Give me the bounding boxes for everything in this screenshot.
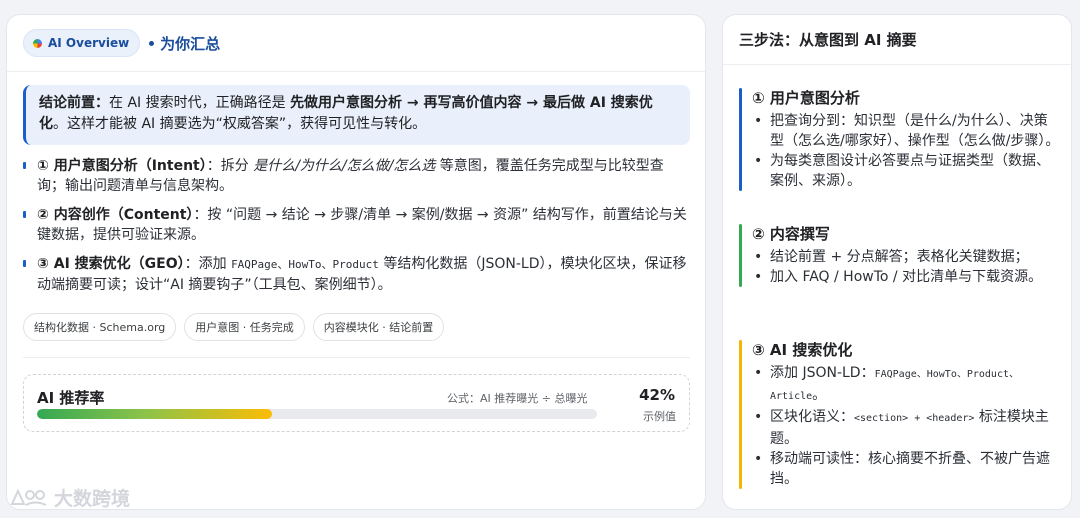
metric-note: 示例值	[643, 410, 676, 423]
tag-list: 结构化数据 · Schema.org 用户意图 · 任务完成 内容模块化 · 结…	[23, 313, 445, 341]
step-title: ① 用户意图分析（Intent）	[37, 158, 207, 174]
divider	[23, 357, 690, 358]
list-item-text: 区块化语义：	[770, 409, 854, 425]
watermark-logo-icon	[10, 488, 47, 506]
title-dot-icon	[149, 40, 155, 46]
tag-chip[interactable]: 结构化数据 · Schema.org	[23, 313, 177, 341]
ai-recommend-rate-metric: AI 推荐率 公式：AI 推荐曝光 ÷ 总曝光 42% 示例值	[23, 374, 690, 432]
three-step-title: 三步法：从意图到 AI 摘要	[723, 15, 1071, 65]
section-intent: ① 用户意图分析 把查询分到：知识型（是什么/为什么）、决策型（怎么选/哪家好）…	[739, 88, 1061, 191]
step-item-content: ② 内容创作（Content）：按 “问题 → 结论 → 步骤/清单 → 案例/…	[23, 205, 687, 245]
overview-header: AI Overview 为你汇总	[7, 15, 705, 72]
metric-label: AI 推荐率	[37, 389, 105, 407]
tag-chip[interactable]: 用户意图 · 任务完成	[184, 313, 305, 341]
watermark: 大数跨境	[10, 484, 130, 511]
list-item: 把查询分到：知识型（是什么/为什么）、决策型（怎么选/哪家好）、操作型（怎么做/…	[752, 111, 1061, 151]
three-step-card: 三步法：从意图到 AI 摘要 ① 用户意图分析 把查询分到：知识型（是什么/为什…	[722, 14, 1072, 510]
conclusion-text-2: 。这样才能被 AI 摘要选为“权威答案”，获得可见性与转化。	[53, 116, 427, 132]
list-item: 加入 FAQ / HowTo / 对比清单与下载资源。	[752, 267, 1061, 287]
ai-overview-label: AI Overview	[48, 36, 130, 50]
ai-overview-badge[interactable]: AI Overview	[23, 29, 141, 57]
list-item: 移动端可读性：核心摘要不折叠、不被广告遮挡。	[752, 449, 1061, 489]
metric-progress-bar	[37, 409, 597, 419]
step-title: ② 内容创作（Content）	[37, 207, 194, 223]
list-item: 为每类意图设计必答要点与证据类型（数据、案例、来源）。	[752, 151, 1061, 191]
section-title: ③ AI 搜索优化	[752, 341, 853, 359]
step-title: ③ AI 搜索优化（GEO）	[37, 256, 185, 272]
metric-value: 42%	[639, 386, 675, 404]
conclusion-label: 结论前置：	[39, 95, 109, 111]
section-accent-bar	[739, 224, 742, 287]
section-geo: ③ AI 搜索优化 添加 JSON-LD：FAQPage、HowTo、Produ…	[739, 340, 1061, 489]
section-accent-bar	[739, 88, 742, 191]
step-text: ：添加	[184, 256, 232, 272]
step-italic-text: 是什么/为什么/怎么做/怎么选	[253, 158, 436, 174]
step-code-text: FAQPage、HowTo、Product	[231, 258, 379, 271]
list-item: 添加 JSON-LD：FAQPage、HowTo、Product、Article…	[752, 363, 1061, 407]
section-accent-bar	[739, 340, 742, 489]
ai-logo-icon	[33, 38, 42, 48]
tag-chip[interactable]: 内容模块化 · 结论前置	[312, 313, 445, 341]
step-text: ：拆分	[206, 158, 254, 174]
ai-overview-card: AI Overview 为你汇总 结论前置：在 AI 搜索时代，正确路径是 先做…	[6, 14, 706, 510]
section-content: ② 内容撰写 结论前置 + 分点解答；表格化关键数据； 加入 FAQ / How…	[739, 224, 1061, 287]
overview-title: 为你汇总	[149, 33, 220, 54]
list-item-text: 。	[812, 387, 827, 403]
list-item: 结论前置 + 分点解答；表格化关键数据；	[752, 247, 1061, 267]
steps-list: ① 用户意图分析（Intent）：拆分 是什么/为什么/怎么做/怎么选 等意图，…	[23, 156, 687, 304]
watermark-text: 大数跨境	[54, 488, 131, 510]
list-item: 区块化语义：<section> + <header> 标注模块主题。	[752, 407, 1061, 449]
list-item-text: 添加 JSON-LD：	[770, 365, 875, 381]
section-title: ① 用户意图分析	[752, 89, 860, 107]
list-item-text: 移动端可读性：核心摘要不折叠、不被广告遮挡。	[770, 451, 1050, 487]
step-item-geo: ③ AI 搜索优化（GEO）：添加 FAQPage、HowTo、Product …	[23, 254, 687, 295]
overview-title-text: 为你汇总	[160, 34, 221, 53]
conclusion-callout: 结论前置：在 AI 搜索时代，正确路径是 先做用户意图分析 → 再写高价值内容 …	[23, 85, 690, 145]
list-item-code: <section> + <header>	[854, 413, 975, 424]
metric-formula: 公式：AI 推荐曝光 ÷ 总曝光	[447, 392, 588, 405]
conclusion-text-1: 在 AI 搜索时代，正确路径是	[109, 95, 291, 111]
step-item-intent: ① 用户意图分析（Intent）：拆分 是什么/为什么/怎么做/怎么选 等意图，…	[23, 156, 687, 196]
section-title: ② 内容撰写	[752, 225, 830, 243]
metric-progress-fill	[37, 409, 273, 419]
